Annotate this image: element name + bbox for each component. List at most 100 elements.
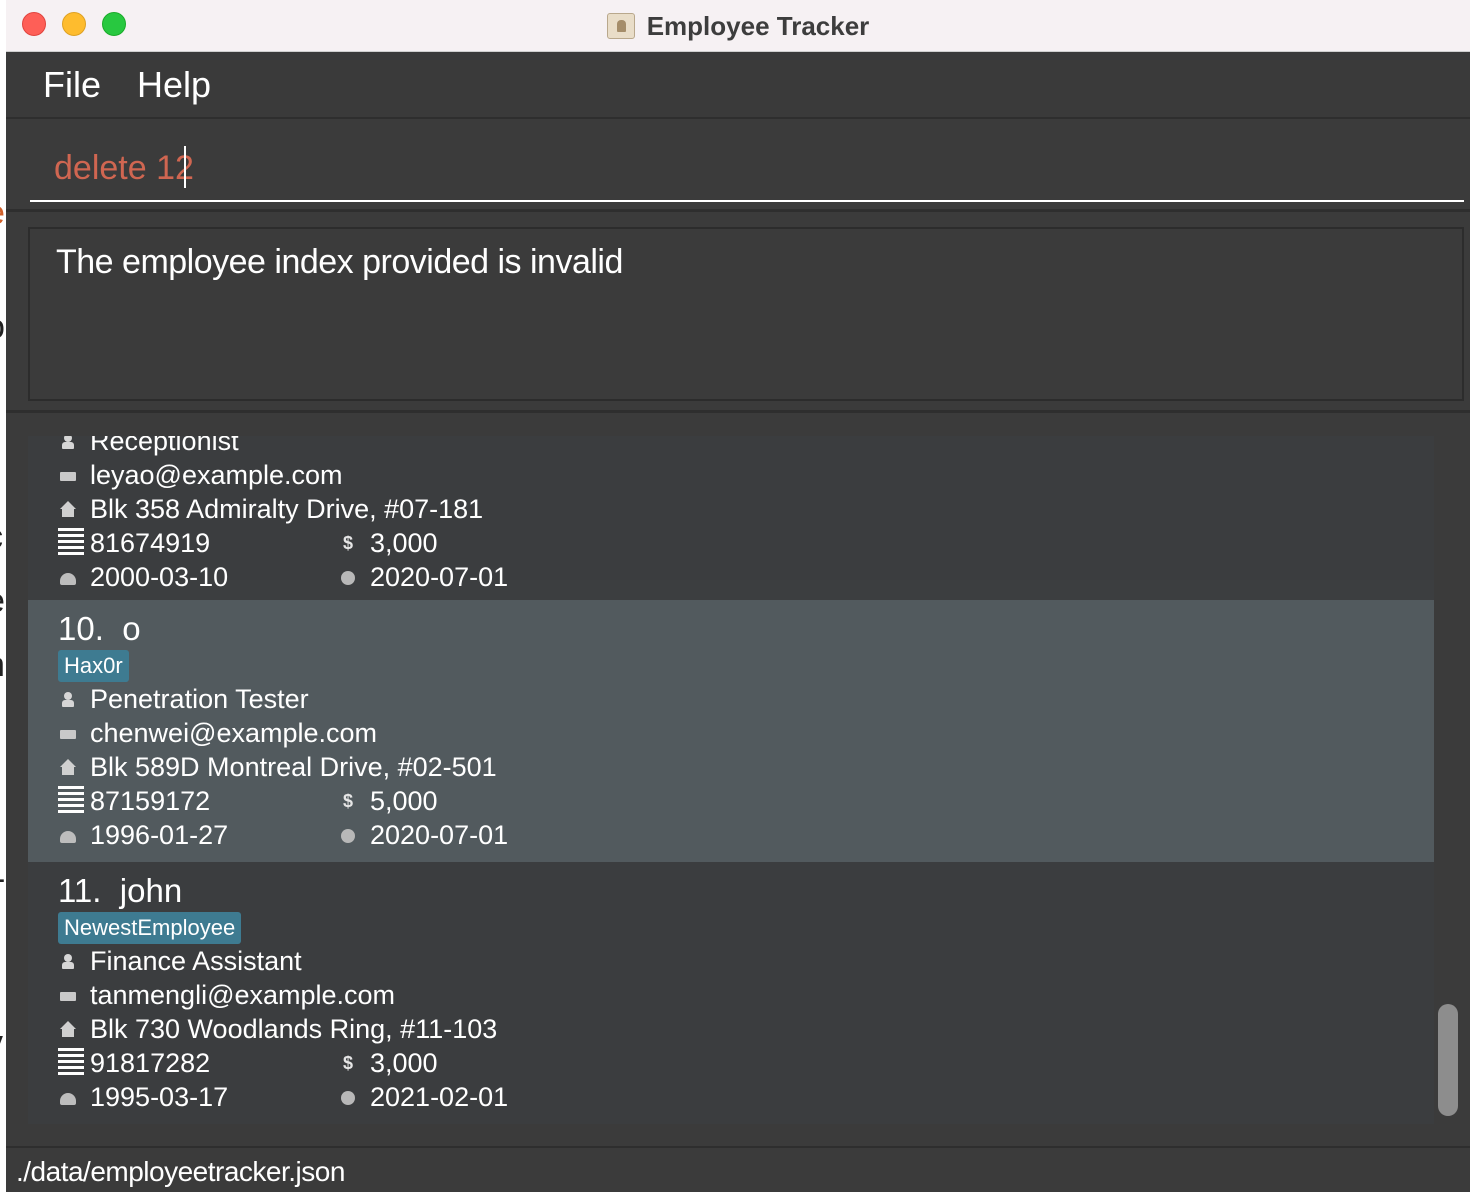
background-glyph: e — [0, 582, 5, 621]
background-glyph: o — [0, 308, 5, 347]
phone-icon — [58, 1048, 84, 1078]
employee-card[interactable]: Receptionist leyao@example.com Blk 358 A… — [28, 436, 1434, 592]
background-glyph: L — [0, 852, 5, 891]
data-file-path: ./data/employeetracker.json — [16, 1156, 345, 1187]
dollar-icon: $ — [342, 791, 353, 811]
person-icon — [58, 689, 78, 709]
cake-icon — [58, 825, 78, 845]
window-title: Employee Tracker — [646, 10, 870, 41]
list-scrollbar[interactable] — [1438, 1004, 1458, 1116]
start-date-row: 2020-07-01 — [338, 818, 508, 852]
employee-role: Receptionist — [90, 436, 239, 456]
employee-name: o — [122, 610, 141, 647]
result-box[interactable]: The employee index provided is invalid — [28, 227, 1464, 401]
employee-name: john — [119, 872, 183, 909]
mail-icon — [58, 985, 78, 1005]
clock-icon — [338, 567, 358, 587]
employee-header: 10. o — [58, 610, 141, 648]
start-date-row: 2021-02-01 — [338, 1080, 508, 1114]
employee-phone: 87159172 — [90, 785, 211, 816]
employee-email: chenwei@example.com — [90, 717, 378, 748]
birthday-row: 1995-03-17 — [58, 1080, 228, 1114]
employee-address: Blk 730 Woodlands Ring, #11-103 — [90, 1013, 498, 1044]
menu-bar: File Help — [6, 52, 1470, 119]
employee-card-selected[interactable]: 10. o Hax0r Penetration Tester chenwei@e… — [28, 600, 1434, 862]
dollar-icon: $ — [342, 1053, 353, 1073]
role-row: Penetration Tester — [58, 682, 309, 716]
phone-row: 87159172 — [58, 784, 210, 818]
employee-birthday: 1996-01-27 — [90, 819, 229, 850]
app-window: Employee Tracker File Help The employee … — [6, 0, 1470, 1192]
employee-phone: 91817282 — [90, 1047, 211, 1078]
background-glyph: v — [0, 1024, 3, 1063]
person-icon — [58, 436, 78, 451]
employee-salary: 5,000 — [370, 785, 438, 816]
employee-index: 10. — [58, 610, 104, 647]
house-icon — [58, 1019, 78, 1039]
salary-row: $5,000 — [338, 784, 438, 818]
phone-icon — [58, 786, 84, 816]
mail-icon — [58, 723, 78, 743]
employee-index: 11. — [58, 872, 102, 909]
phone-row: 81674919 — [58, 526, 210, 560]
app-icon — [606, 13, 635, 39]
clock-icon — [338, 825, 358, 845]
house-icon — [58, 757, 78, 777]
employee-start-date: 2020-07-01 — [370, 819, 509, 850]
employee-email: leyao@example.com — [90, 459, 343, 490]
result-display: The employee index provided is invalid — [6, 215, 1470, 413]
employee-phone: 81674919 — [90, 527, 211, 558]
cake-icon — [58, 1087, 78, 1107]
address-row: Blk 589D Montreal Drive, #02-501 — [58, 750, 497, 784]
dollar-icon: $ — [342, 533, 353, 553]
address-row: Blk 730 Woodlands Ring, #11-103 — [58, 1012, 497, 1046]
menu-file[interactable]: File — [43, 64, 101, 106]
employee-address: Blk 589D Montreal Drive, #02-501 — [90, 751, 497, 782]
role-row: Finance Assistant — [58, 944, 302, 978]
email-row: chenwei@example.com — [58, 716, 377, 750]
employee-birthday: 1995-03-17 — [90, 1081, 229, 1112]
salary-row: $3,000 — [338, 526, 438, 560]
employee-header: 11. john — [58, 872, 182, 910]
result-message: The employee index provided is invalid — [56, 243, 623, 281]
employee-card[interactable]: 11. john NewestEmployee Finance Assistan… — [28, 862, 1434, 1124]
employee-list-panel: Receptionist leyao@example.com Blk 358 A… — [6, 416, 1470, 1144]
employee-role: Penetration Tester — [90, 683, 309, 714]
background-glyph: n — [0, 646, 5, 685]
menu-help[interactable]: Help — [137, 64, 211, 106]
employee-tag: Hax0r — [58, 650, 129, 682]
birthday-row: 1996-01-27 — [58, 818, 228, 852]
text-caret — [184, 146, 186, 188]
address-row: Blk 358 Admiralty Drive, #07-181 — [58, 492, 483, 526]
employee-salary: 3,000 — [370, 527, 438, 558]
employee-tag: NewestEmployee — [58, 912, 242, 944]
title-bar: Employee Tracker — [6, 0, 1470, 52]
salary-row: $3,000 — [338, 1046, 438, 1080]
status-bar: ./data/employeetracker.json — [6, 1146, 1470, 1192]
employee-list[interactable]: Receptionist leyao@example.com Blk 358 A… — [28, 436, 1434, 1124]
phone-icon — [58, 528, 84, 558]
background-glyph: c — [0, 518, 3, 557]
clock-icon — [338, 1087, 358, 1107]
birthday-row: 2000-03-10 — [58, 560, 228, 594]
mail-icon — [58, 465, 78, 485]
employee-email: tanmengli@example.com — [90, 979, 396, 1010]
employee-birthday: 2000-03-10 — [90, 561, 229, 592]
role-row: Receptionist — [58, 436, 239, 458]
command-input[interactable] — [30, 136, 1464, 202]
employee-start-date: 2021-02-01 — [370, 1081, 509, 1112]
person-icon — [58, 951, 78, 971]
title-wrap: Employee Tracker — [6, 0, 1470, 52]
start-date-row: 2020-07-01 — [338, 560, 508, 594]
employee-address: Blk 358 Admiralty Drive, #07-181 — [90, 493, 484, 524]
phone-row: 91817282 — [58, 1046, 210, 1080]
cake-icon — [58, 567, 78, 587]
email-row: leyao@example.com — [58, 458, 343, 492]
email-row: tanmengli@example.com — [58, 978, 395, 1012]
background-glyph: e — [0, 194, 5, 233]
employee-start-date: 2020-07-01 — [370, 561, 509, 592]
employee-role: Finance Assistant — [90, 945, 302, 976]
command-box — [6, 120, 1470, 212]
house-icon — [58, 499, 78, 519]
employee-salary: 3,000 — [370, 1047, 438, 1078]
